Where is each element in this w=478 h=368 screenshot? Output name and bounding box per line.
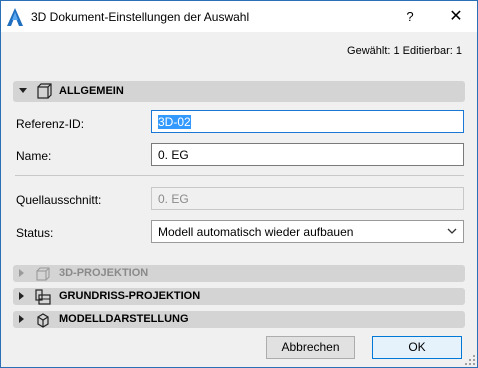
selection-status: Gewählt: 1 Editierbar: 1	[347, 45, 462, 57]
ok-button[interactable]: OK	[372, 336, 462, 359]
document-3d-icon	[37, 83, 52, 99]
archicad-app-icon	[7, 8, 23, 26]
cancel-button[interactable]: Abbrechen	[266, 336, 355, 359]
status-selected-value: Modell automatisch wieder aufbauen	[158, 225, 354, 239]
collapse-triangle-icon	[19, 269, 24, 277]
section-label-3d-projektion: 3D-PROJEKTION	[59, 267, 149, 279]
section-3d-projektion: 3D-PROJEKTION	[13, 265, 465, 282]
quellausschnitt-label: Quellausschnitt:	[16, 193, 102, 207]
close-button[interactable]: ✕	[445, 6, 467, 28]
section-label-grundriss-projektion: GRUNDRISS-PROJEKTION	[59, 290, 201, 302]
help-button[interactable]: ?	[399, 7, 421, 27]
name-value: 0. EG	[158, 148, 189, 162]
floor-plan-projection-icon	[35, 289, 51, 305]
divider	[15, 175, 464, 176]
resize-grip-icon[interactable]	[465, 355, 475, 365]
window-title: 3D Dokument-Einstellungen der Auswahl	[31, 10, 250, 24]
collapse-triangle-icon	[19, 292, 24, 300]
section-label-allgemein: ALLGEMEIN	[59, 85, 124, 97]
referenz-id-input[interactable]: 3D-02	[151, 110, 464, 133]
section-allgemein[interactable]: ALLGEMEIN	[13, 81, 465, 102]
section-grundriss-projektion[interactable]: GRUNDRISS-PROJEKTION	[13, 288, 465, 305]
expand-triangle-icon	[19, 88, 27, 93]
3d-projection-icon	[36, 267, 50, 281]
status-label: Status:	[16, 226, 54, 240]
dialog-window: 3D Dokument-Einstellungen der Auswahl ? …	[0, 0, 478, 368]
title-bar[interactable]: 3D Dokument-Einstellungen der Auswahl ? …	[1, 1, 477, 32]
referenz-id-value: 3D-02	[158, 115, 191, 129]
quellausschnitt-value: 0. EG	[158, 192, 189, 206]
section-label-modelldarstellung: MODELLDARSTELLUNG	[59, 313, 189, 325]
collapse-triangle-icon	[19, 315, 24, 323]
quellausschnitt-field: 0. EG	[151, 187, 464, 210]
name-label: Name:	[16, 149, 52, 163]
referenz-id-label: Referenz-ID:	[16, 117, 85, 131]
section-modelldarstellung[interactable]: MODELLDARSTELLUNG	[13, 311, 465, 328]
model-display-cube-icon	[37, 313, 49, 328]
name-input[interactable]: 0. EG	[151, 143, 464, 166]
chevron-down-icon	[447, 228, 457, 234]
status-dropdown[interactable]: Modell automatisch wieder aufbauen	[151, 220, 464, 243]
